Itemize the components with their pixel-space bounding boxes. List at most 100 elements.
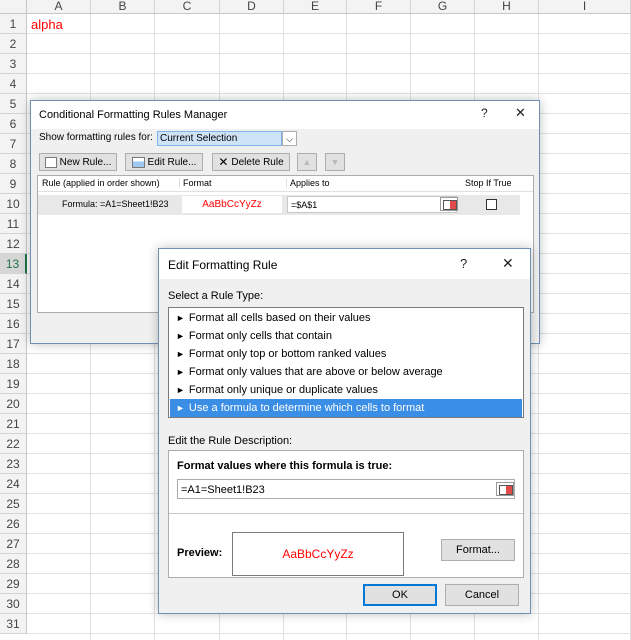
show-rules-dropdown[interactable]: Current Selection ⌵ [157,131,297,146]
rule-type-item[interactable]: ► Format only cells that contain [170,327,522,345]
cfm-help-button[interactable]: ? [481,106,488,120]
row-header-28[interactable]: 28 [0,554,27,574]
formula-label: Format values where this formula is true… [177,460,393,472]
rule-type-list[interactable]: ► Format all cells based on their values ►… [168,307,524,418]
row-header-18[interactable]: 18 [0,354,27,374]
column-header-f[interactable]: F [347,0,411,14]
row-header-7[interactable]: 7 [0,134,27,154]
bullet-arrow-icon: ► [176,313,185,323]
row-header-21[interactable]: 21 [0,414,27,434]
row-header-27[interactable]: 27 [0,534,27,554]
column-header-b[interactable]: B [91,0,155,14]
grid-row-line [27,73,631,74]
row-header-25[interactable]: 25 [0,494,27,514]
row-header-16[interactable]: 16 [0,314,27,334]
row-header-8[interactable]: 8 [0,154,27,174]
row-header-4[interactable]: 4 [0,74,27,94]
preview-sample-text: AaBbCcYyZz [282,547,354,561]
move-down-button[interactable]: ▼ [325,153,345,171]
row-header-3[interactable]: 3 [0,54,27,74]
row-header-6[interactable]: 6 [0,114,27,134]
rules-list-header: Rule (applied in order shown) Format App… [38,176,533,192]
edit-formatting-rule-dialog: Edit Formatting Rule ? ✕ Select a Rule T… [158,248,531,614]
row-header-17[interactable]: 17 [0,334,27,354]
formula-input[interactable]: =A1=Sheet1!B23 [177,479,515,499]
new-rule-icon [44,156,57,168]
ok-button[interactable]: OK [363,584,437,606]
row-header-12[interactable]: 12 [0,234,27,254]
cell-a1[interactable]: alpha [31,17,63,32]
show-rules-label: Show formatting rules for: [39,132,153,143]
rule-type-label: Format all cells based on their values [188,312,371,324]
cancel-button[interactable]: Cancel [445,584,519,606]
grid-row-line [27,633,631,634]
header-format[interactable]: Format [179,178,212,188]
row-header-30[interactable]: 30 [0,594,27,614]
stop-if-true-checkbox[interactable] [486,199,497,210]
column-header-d[interactable]: D [220,0,284,14]
row-header-29[interactable]: 29 [0,574,27,594]
row-header-19[interactable]: 19 [0,374,27,394]
select-all-corner[interactable] [0,0,27,14]
column-header-e[interactable]: E [284,0,347,14]
bullet-arrow-icon: ► [176,349,185,359]
range-selector-icon[interactable] [440,197,458,211]
bullet-arrow-icon: ► [176,403,185,413]
efr-help-button[interactable]: ? [460,256,467,271]
formula-range-selector-icon[interactable] [496,482,514,496]
column-header-a[interactable]: A [27,0,91,14]
rule-type-label: Format only unique or duplicate values [188,384,378,396]
efr-close-button[interactable]: ✕ [502,255,514,272]
header-stop-if-true[interactable]: Stop If True [465,178,512,188]
format-button[interactable]: Format... [441,539,515,561]
applies-to-field[interactable]: =$A$1 [287,196,457,213]
delete-x-icon: ✕ [218,155,229,169]
rule-type-label: Format only top or bottom ranked values [188,348,387,360]
column-header-g[interactable]: G [411,0,475,14]
bullet-arrow-icon: ► [176,367,185,377]
row-header-1[interactable]: 1 [0,14,27,34]
row-header-24[interactable]: 24 [0,474,27,494]
header-applies-to[interactable]: Applies to [286,178,330,188]
edit-rule-button[interactable]: Edit Rule... [125,153,203,171]
row-header-15[interactable]: 15 [0,294,27,314]
rule-type-item[interactable]: ► Format only top or bottom ranked values [170,345,522,363]
column-header-c[interactable]: C [155,0,220,14]
new-rule-button[interactable]: New Rule... [39,153,117,171]
column-header-h[interactable]: H [475,0,539,14]
rule-type-item[interactable]: ► Format all cells based on their values [170,309,522,327]
row-header-26[interactable]: 26 [0,514,27,534]
select-rule-type-label: Select a Rule Type: [168,290,264,302]
chevron-down-icon[interactable]: ⌵ [282,131,297,146]
move-up-button[interactable]: ▲ [297,153,317,171]
row-header-9[interactable]: 9 [0,174,27,194]
rule-type-label: Format only cells that contain [188,330,332,342]
row-header-13[interactable]: 13 [0,254,27,274]
grid-row-line [27,53,631,54]
rule-description-panel: Format values where this formula is true… [168,450,524,578]
column-header-i[interactable]: I [539,0,631,14]
rule-type-item[interactable]: ► Use a formula to determine which cells … [170,399,522,417]
row-header-11[interactable]: 11 [0,214,27,234]
rule-row[interactable]: Formula: =A1=Sheet1!B23 AaBbCcYyZz =$A$1 [38,195,520,215]
row-header-31[interactable]: 31 [0,614,27,634]
cfm-close-button[interactable]: ✕ [515,105,526,121]
rule-format-preview: AaBbCcYyZz [182,196,282,213]
row-header-5[interactable]: 5 [0,94,27,114]
rule-type-item[interactable]: ► Format only values that are above or be… [170,363,522,381]
row-header-10[interactable]: 10 [0,194,27,214]
row-header-23[interactable]: 23 [0,454,27,474]
cfm-title: Conditional Formatting Rules Manager [39,109,228,121]
bullet-arrow-icon: ► [176,385,185,395]
row-header-22[interactable]: 22 [0,434,27,454]
rule-type-item[interactable]: ► Format only unique or duplicate values [170,381,522,399]
row-header-2[interactable]: 2 [0,34,27,54]
row-header-20[interactable]: 20 [0,394,27,414]
delete-rule-button[interactable]: ✕ Delete Rule [212,153,290,171]
efr-title: Edit Formatting Rule [168,258,278,272]
rule-type-label: Format only values that are above or bel… [188,366,443,378]
row-header-14[interactable]: 14 [0,274,27,294]
header-rule[interactable]: Rule (applied in order shown) [42,178,160,188]
rule-type-label: Use a formula to determine which cells t… [188,402,425,414]
preview-box: AaBbCcYyZz [232,532,404,576]
